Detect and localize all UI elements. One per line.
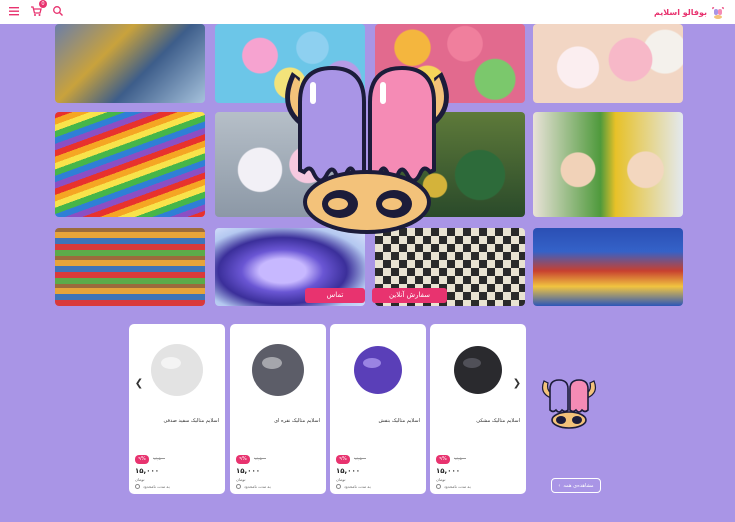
brand[interactable]: بوفالو اسلایم <box>654 5 725 19</box>
product-title[interactable]: اسلایم متالیک مشکی <box>436 418 520 424</box>
search-icon[interactable] <box>52 5 64 17</box>
slime-blob <box>454 346 502 394</box>
availability: به مدت نامحدود <box>336 484 371 489</box>
product-card[interactable]: اسلایم متالیک سفید صدفی ۹% ۱۶,۵۰۰ ۱۵,۰۰۰… <box>129 324 225 494</box>
currency: تومان <box>336 477 346 482</box>
discount-badge: ۹% <box>336 455 350 464</box>
discount-badge: ۹% <box>135 455 149 464</box>
product-title[interactable]: اسلایم متالیک نقره ای <box>236 418 320 424</box>
clock-icon <box>436 484 441 489</box>
product-image[interactable] <box>143 336 211 404</box>
old-price: ۱۶,۵۰۰ <box>354 456 367 461</box>
product-card[interactable]: اسلایم متالیک نقره ای ۹% ۱۶,۵۰۰ ۱۵,۰۰۰ ت… <box>230 324 326 494</box>
discount-badge: ۹% <box>236 455 250 464</box>
online-order-button[interactable]: سفارش آنلاین <box>372 288 447 303</box>
price: ۱۵,۰۰۰ <box>436 467 461 475</box>
price: ۱۵,۰۰۰ <box>336 467 361 475</box>
availability-text: به مدت نامحدود <box>344 484 371 489</box>
squishy-animals-image <box>533 24 683 103</box>
currency: تومان <box>236 477 246 482</box>
old-price: ۱۶,۵۰۰ <box>153 456 166 461</box>
kids-building-blocks-image <box>533 112 683 217</box>
currency: تومان <box>135 477 145 482</box>
availability: به مدت نامحدود <box>436 484 471 489</box>
toy-shelves-image <box>55 228 205 306</box>
availability: به مدت نامحدود <box>236 484 271 489</box>
product-title[interactable]: اسلایم متالیک بنفش <box>336 418 420 424</box>
clock-icon <box>135 484 140 489</box>
toy-shop-interior-image <box>533 228 683 306</box>
view-all-button[interactable]: ‹ مشاهده‌ی همه <box>551 478 601 493</box>
availability-text: به مدت نامحدود <box>143 484 170 489</box>
chevron-right-icon[interactable]: ❯ <box>508 366 526 400</box>
chevron-left-icon: ‹ <box>558 482 561 489</box>
old-price: ۱۶,۵۰۰ <box>254 456 267 461</box>
availability-text: به مدت نامحدود <box>444 484 471 489</box>
brand-name[interactable]: بوفالو اسلایم <box>654 8 707 17</box>
product-image[interactable] <box>444 336 512 404</box>
currency: تومان <box>436 477 446 482</box>
old-price: ۱۶,۵۰۰ <box>454 456 467 461</box>
product-card[interactable]: اسلایم متالیک مشکی ۹% ۱۶,۵۰۰ ۱۵,۰۰۰ توما… <box>430 324 526 494</box>
product-image[interactable] <box>344 336 412 404</box>
availability: به مدت نامحدود <box>135 484 170 489</box>
contact-button[interactable]: تماس <box>305 288 365 303</box>
product-card[interactable]: اسلایم متالیک بنفش ۹% ۱۶,۵۰۰ ۱۵,۰۰۰ توما… <box>330 324 426 494</box>
discount-badge: ۹% <box>436 455 450 464</box>
clock-icon <box>236 484 241 489</box>
availability-text: به مدت نامحدود <box>244 484 271 489</box>
playmobil-toy-store-image <box>55 24 205 103</box>
cow-logo-icon[interactable] <box>711 5 725 19</box>
slime-blob <box>252 344 304 396</box>
top-header: بوفالو اسلایم 0 <box>0 0 735 24</box>
price: ۱۵,۰۰۰ <box>236 467 261 475</box>
cow-mascot-logo <box>262 52 472 237</box>
product-image[interactable] <box>244 336 312 404</box>
cart-count-badge: 0 <box>39 0 47 8</box>
view-all-label: مشاهده‌ی همه <box>563 482 594 489</box>
chevron-left-icon[interactable]: ❮ <box>130 366 148 400</box>
cart-icon[interactable]: 0 <box>30 0 47 17</box>
clock-icon <box>336 484 341 489</box>
slime-blob <box>151 344 203 396</box>
price: ۱۵,۰۰۰ <box>135 467 160 475</box>
small-cow-mascot <box>538 375 600 430</box>
menu-icon[interactable] <box>8 5 20 17</box>
slime-blob <box>354 346 402 394</box>
product-title[interactable]: اسلایم متالیک سفید صدفی <box>135 418 219 424</box>
rainbow-dominoes-image <box>55 112 205 217</box>
